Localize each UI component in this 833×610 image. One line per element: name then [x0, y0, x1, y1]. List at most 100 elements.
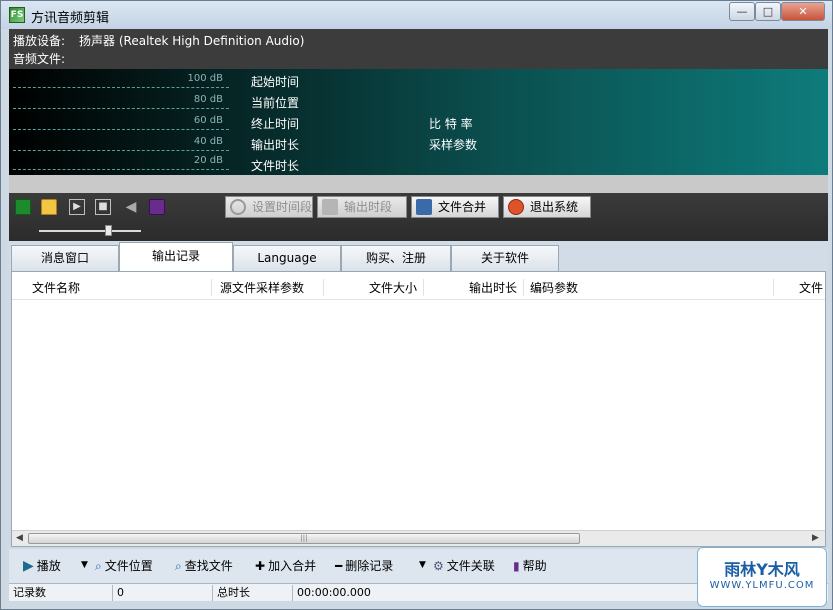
sample-params-label: 采样参数: [429, 138, 478, 152]
file-association-button[interactable]: ⚙ 文件关联: [433, 557, 495, 574]
exit-label: 退出系统: [530, 200, 579, 214]
db-label: 100 dB: [187, 73, 223, 84]
output-period-button[interactable]: 输出时段: [317, 196, 407, 218]
column-source-sample[interactable]: 源文件采样参数: [212, 279, 324, 296]
title-bar: FS 方讯音频剪辑 — □ ✕: [1, 1, 832, 29]
db-gridline: [13, 108, 229, 109]
volume-icon[interactable]: ◀: [123, 199, 139, 215]
db-gridline: [13, 150, 229, 151]
bitrate-label: 比 特 率: [429, 117, 473, 131]
merge-files-button[interactable]: 文件合并: [411, 196, 499, 218]
db-gridline: [13, 169, 229, 170]
db-label: 80 dB: [193, 94, 223, 105]
help-book-icon[interactable]: [149, 199, 165, 215]
scroll-right-icon[interactable]: ▶: [812, 533, 819, 543]
exit-button[interactable]: 退出系统: [503, 196, 591, 218]
scroll-thumb[interactable]: |||: [28, 533, 580, 544]
total-duration-value: 00:00:00.000: [297, 586, 371, 599]
play-icon: ▶: [23, 558, 34, 574]
record-count-label: 记录数: [9, 585, 113, 601]
db-gridline: [13, 129, 229, 130]
watermark-main: 雨林Y木风: [724, 560, 800, 579]
device-label: 播放设备:: [13, 34, 66, 48]
set-period-label: 设置时间段: [252, 200, 313, 214]
db-label: 20 dB: [193, 155, 223, 166]
maximize-button[interactable]: □: [755, 2, 781, 21]
delete-record-label: 删除记录: [345, 559, 394, 573]
play-button[interactable]: ▶ 播放: [23, 557, 61, 574]
tab-buy-register[interactable]: 购买、注册: [341, 245, 451, 271]
scroll-left-icon[interactable]: ◀: [16, 533, 23, 543]
toolbar: ▶ ■ ◀ 设置时间段 输出时段 文件合并 退出系统: [9, 193, 828, 241]
file-location-button[interactable]: ⌕ 文件位置: [95, 557, 153, 574]
help-button[interactable]: ▮ 帮助: [513, 557, 547, 574]
stop-icon[interactable]: ■: [95, 199, 111, 215]
tab-strip: 消息窗口 输出记录 Language 购买、注册 关于软件: [9, 241, 828, 272]
search-icon: ⌕: [175, 559, 182, 573]
save-icon: [322, 198, 338, 215]
total-duration-label: 总时长: [213, 585, 293, 601]
file-duration-label: 文件时长: [251, 159, 300, 173]
delete-record-button[interactable]: ━ 删除记录: [335, 557, 393, 574]
record-count-value: 0: [113, 585, 213, 601]
clock-icon: [230, 198, 246, 215]
file-row: 音频文件:: [13, 50, 65, 68]
book-icon: ▮: [513, 559, 520, 573]
app-window: FS 方讯音频剪辑 — □ ✕ 播放设备: 扬声器 (Realtek High D…: [0, 0, 833, 610]
horizontal-scrollbar[interactable]: ◀ ||| ▶: [12, 530, 825, 546]
level-meter-panel: 100 dB 80 dB 60 dB 40 dB 20 dB 起始时间 当前位置…: [9, 69, 828, 175]
volume-slider-thumb[interactable]: [105, 225, 112, 236]
merge-icon: [416, 198, 432, 215]
tab-about[interactable]: 关于软件: [451, 245, 559, 271]
waveform-strip: [9, 175, 828, 193]
close-button[interactable]: ✕: [781, 2, 825, 21]
power-icon: [508, 198, 524, 215]
open-folder-icon[interactable]: [41, 199, 57, 215]
column-file-size[interactable]: 文件大小: [324, 279, 424, 296]
play-icon[interactable]: ▶: [69, 199, 85, 215]
minus-icon: ━: [335, 559, 343, 573]
add-merge-label: 加入合并: [268, 559, 317, 573]
output-duration-label: 输出时长: [251, 138, 300, 152]
end-time-label: 终止时间: [251, 117, 300, 131]
sound-card-icon[interactable]: [15, 199, 31, 215]
column-output-duration[interactable]: 输出时长: [424, 279, 524, 296]
tab-message-window[interactable]: 消息窗口: [11, 245, 119, 271]
db-gridline: [13, 87, 229, 88]
app-icon: FS: [9, 7, 25, 23]
add-merge-button[interactable]: ✚ 加入合并: [255, 557, 316, 574]
tab-output-records[interactable]: 输出记录: [119, 242, 233, 272]
device-info-bar: 播放设备: 扬声器 (Realtek High Definition Audio)…: [9, 29, 828, 69]
tab-language[interactable]: Language: [233, 245, 341, 271]
find-file-button[interactable]: ⌕ 查找文件: [175, 557, 233, 574]
start-time-label: 起始时间: [251, 75, 300, 89]
current-position-label: 当前位置: [251, 96, 300, 110]
audio-file-label: 音频文件:: [13, 52, 66, 66]
output-period-label: 输出时段: [344, 200, 393, 214]
set-period-button[interactable]: 设置时间段: [225, 196, 313, 218]
watermark-sub: WWW.YLMFU.COM: [709, 580, 815, 591]
device-row: 播放设备: 扬声器 (Realtek High Definition Audio): [13, 32, 304, 50]
window-title: 方讯音频剪辑: [31, 11, 110, 26]
column-file-name[interactable]: 文件名称: [12, 279, 212, 296]
delete-dropdown-icon[interactable]: ▼: [419, 560, 426, 570]
minimize-button[interactable]: —: [729, 2, 755, 21]
play-dropdown-icon[interactable]: ▼: [81, 560, 88, 570]
magnifier-icon: ⌕: [95, 559, 102, 573]
watermark-logo: 雨林Y木风 WWW.YLMFU.COM: [697, 547, 827, 607]
column-encode-params[interactable]: 编码参数: [524, 279, 774, 296]
play-label: 播放: [36, 559, 61, 573]
help-label: 帮助: [522, 559, 547, 573]
volume-slider-track[interactable]: [39, 230, 141, 232]
plus-icon: ✚: [255, 559, 266, 573]
file-location-label: 文件位置: [104, 559, 153, 573]
column-file-more[interactable]: 文件: [774, 279, 825, 296]
device-value: 扬声器 (Realtek High Definition Audio): [79, 34, 305, 48]
file-association-label: 文件关联: [446, 559, 495, 573]
output-records-list[interactable]: 文件名称 源文件采样参数 文件大小 输出时长 编码参数 文件 ◀ ||| ▶: [11, 271, 826, 547]
gear-icon: ⚙: [433, 559, 444, 573]
list-header: 文件名称 源文件采样参数 文件大小 输出时长 编码参数 文件: [12, 272, 825, 300]
find-file-label: 查找文件: [184, 559, 233, 573]
db-label: 60 dB: [193, 115, 223, 126]
db-label: 40 dB: [193, 136, 223, 147]
